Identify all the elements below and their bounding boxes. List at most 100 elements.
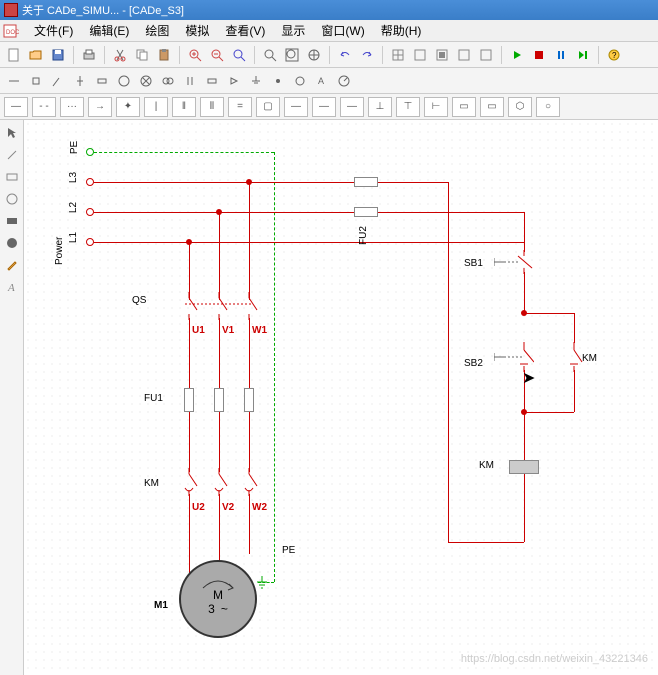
separator	[329, 46, 330, 64]
sb1-label: SB1	[464, 258, 483, 269]
fillrect-tool-icon[interactable]	[3, 212, 21, 230]
l1-terminal	[86, 238, 94, 246]
help-icon[interactable]: ?	[604, 45, 624, 65]
text-tool-icon[interactable]: A	[3, 278, 21, 296]
sym-h2[interactable]: —	[312, 97, 336, 117]
pencil-tool-icon[interactable]	[3, 256, 21, 274]
l3-label: L3	[68, 172, 79, 183]
lamp-icon[interactable]	[136, 71, 156, 91]
fillcircle-tool-icon[interactable]	[3, 234, 21, 252]
sym-arrow[interactable]: →	[88, 97, 112, 117]
wire-icon[interactable]	[4, 71, 24, 91]
grid-icon[interactable]	[388, 45, 408, 65]
redo-icon[interactable]	[357, 45, 377, 65]
menu-window[interactable]: 窗口(W)	[313, 20, 372, 41]
sym-t3[interactable]: ⊢	[424, 97, 448, 117]
sym-h1[interactable]: —	[284, 97, 308, 117]
sym-dot[interactable]: ···	[60, 97, 84, 117]
zoom-all-icon[interactable]	[282, 45, 302, 65]
snap-icon[interactable]	[410, 45, 430, 65]
fu1-v	[214, 388, 224, 412]
sym-t2[interactable]: ⊤	[396, 97, 420, 117]
l2-label: L2	[68, 202, 79, 213]
zoom-fit-icon[interactable]	[229, 45, 249, 65]
coil-down	[524, 474, 525, 542]
copy-icon[interactable]	[132, 45, 152, 65]
junction-icon[interactable]	[268, 71, 288, 91]
play-icon[interactable]	[507, 45, 527, 65]
line-tool-icon[interactable]	[3, 146, 21, 164]
sym-bar3[interactable]: ⦀	[200, 97, 224, 117]
print-icon[interactable]	[79, 45, 99, 65]
separator	[501, 46, 502, 64]
sym-bar1[interactable]: |	[144, 97, 168, 117]
menu-view[interactable]: 查看(V)	[217, 20, 273, 41]
resistor-icon[interactable]	[202, 71, 222, 91]
switch-icon[interactable]	[48, 71, 68, 91]
terminal-icon[interactable]	[290, 71, 310, 91]
circle-tool-icon[interactable]	[3, 190, 21, 208]
node-l1	[186, 239, 192, 245]
sym-bar2[interactable]: ‖	[172, 97, 196, 117]
sym-dash[interactable]: - -	[32, 97, 56, 117]
menu-simulate[interactable]: 模拟	[177, 20, 217, 41]
separator	[382, 46, 383, 64]
capacitor-icon[interactable]	[180, 71, 200, 91]
sym-hex[interactable]: ⬡	[508, 97, 532, 117]
menu-display[interactable]: 显示	[273, 20, 313, 41]
wire-u2	[189, 494, 190, 574]
undo-icon[interactable]	[335, 45, 355, 65]
pe-wire-h	[94, 152, 274, 153]
sym-h3[interactable]: —	[340, 97, 364, 117]
contactor-icon[interactable]	[70, 71, 90, 91]
separator	[73, 46, 74, 64]
transformer-icon[interactable]	[158, 71, 178, 91]
zoom-out-icon[interactable]	[207, 45, 227, 65]
save-icon[interactable]	[48, 45, 68, 65]
motor-icon[interactable]	[114, 71, 134, 91]
open-icon[interactable]	[26, 45, 46, 65]
label-icon[interactable]: A	[312, 71, 332, 91]
menu-draw[interactable]: 绘图	[137, 20, 177, 41]
rect-tool-icon[interactable]	[3, 168, 21, 186]
new-icon[interactable]	[4, 45, 24, 65]
sb2-down	[524, 370, 525, 412]
layer-icon[interactable]	[432, 45, 452, 65]
relay-icon[interactable]	[92, 71, 112, 91]
sym-rect[interactable]: ▭	[452, 97, 476, 117]
diode-icon[interactable]	[224, 71, 244, 91]
zoom-in-icon[interactable]	[185, 45, 205, 65]
measure-icon[interactable]	[334, 71, 354, 91]
sym-sq[interactable]: ▢	[256, 97, 280, 117]
cut-icon[interactable]	[110, 45, 130, 65]
sym-star[interactable]: ✦	[116, 97, 140, 117]
u1-label: U1	[192, 325, 205, 336]
paste-icon[interactable]	[154, 45, 174, 65]
arrow-tool-icon[interactable]	[3, 124, 21, 142]
sym-eq[interactable]: =	[228, 97, 252, 117]
pan-icon[interactable]	[304, 45, 324, 65]
sym-circ[interactable]: ○	[536, 97, 560, 117]
step-icon[interactable]	[573, 45, 593, 65]
sb1-switch	[494, 250, 534, 274]
circuit-canvas[interactable]: PE L3 L2 L1 Power QS U1 V1	[24, 120, 658, 675]
fuse-icon[interactable]	[26, 71, 46, 91]
menu-help[interactable]: 帮助(H)	[373, 20, 430, 41]
color-icon[interactable]	[454, 45, 474, 65]
svg-text:A: A	[318, 76, 324, 86]
pe-label-top: PE	[69, 141, 80, 154]
props-icon[interactable]	[476, 45, 496, 65]
motor-3-label: 3	[208, 602, 215, 616]
wire-v1	[219, 318, 220, 388]
stop-icon[interactable]	[529, 45, 549, 65]
sym-rect2[interactable]: ▭	[480, 97, 504, 117]
sym-t1[interactable]: ⊥	[368, 97, 392, 117]
pe-bottom-label: PE	[282, 545, 295, 556]
zoom-window-icon[interactable]	[260, 45, 280, 65]
menu-file[interactable]: 文件(F)	[26, 20, 81, 41]
pause-icon[interactable]	[551, 45, 571, 65]
sym-line[interactable]: —	[4, 97, 28, 117]
ground-icon[interactable]	[246, 71, 266, 91]
km-aux-contact	[564, 342, 584, 372]
menu-edit[interactable]: 编辑(E)	[81, 20, 137, 41]
